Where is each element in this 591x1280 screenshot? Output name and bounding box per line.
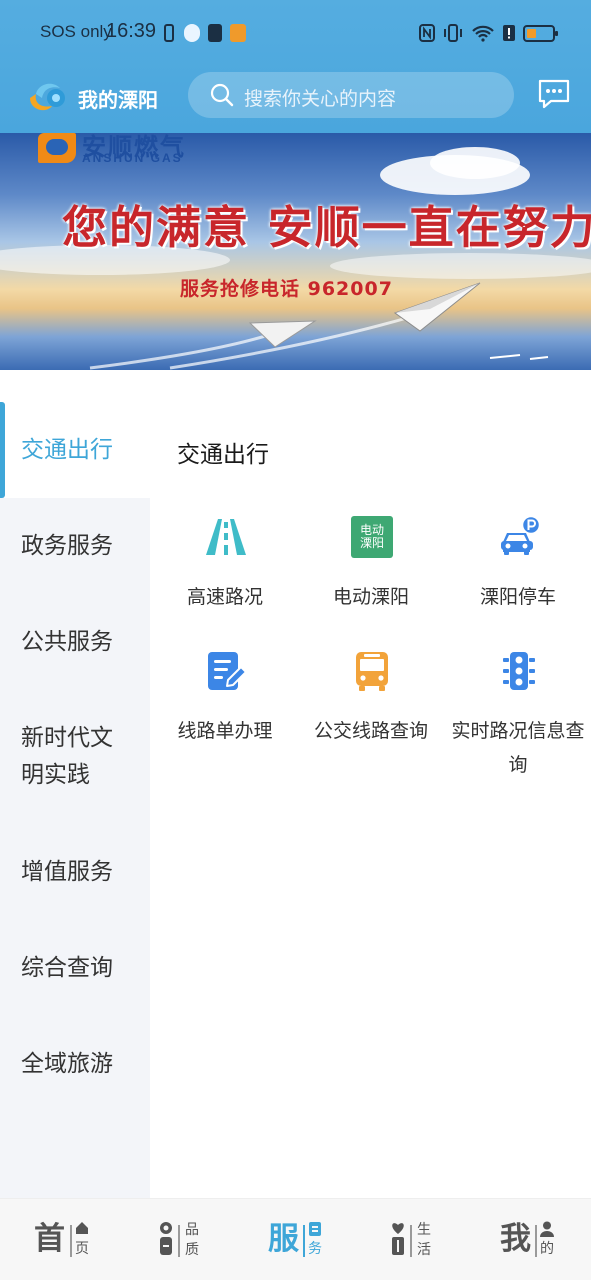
tab-service[interactable]: 服 务 (268, 1219, 328, 1263)
tab-divider (303, 1225, 305, 1257)
promo-banner[interactable]: 安顺燃气 ANSHUN GAS 您的满意 安顺一直在努力 服务抢修电话 9620… (0, 133, 591, 370)
sidebar-item-label: 政务服务 (21, 533, 113, 559)
sidebar-item-label: 全域旅游 (21, 1051, 113, 1077)
tab-home[interactable]: 首 页 (34, 1219, 94, 1263)
notification-chat-icon (184, 24, 200, 42)
service-highway[interactable]: 高速路况 (150, 516, 300, 646)
service-label: 高速路况 (186, 586, 263, 608)
tab-profile[interactable]: 我 的 (500, 1219, 560, 1263)
service-realtime-traffic[interactable]: 实时路况信息查询 (443, 650, 591, 780)
tab-divider (535, 1225, 537, 1257)
service-route-form[interactable]: 线路单办理 (150, 650, 300, 780)
search-bar[interactable]: 搜索你关心的内容 (188, 72, 514, 118)
wifi-icon (472, 25, 494, 42)
battery-icon (523, 24, 558, 42)
service-label: 公交线路查询 (313, 720, 428, 742)
service-label: 电动溧阳 (332, 586, 409, 608)
message-icon[interactable] (537, 78, 571, 110)
search-placeholder: 搜索你关心的内容 (244, 88, 397, 110)
parking-car-icon (501, 516, 540, 555)
sidebar-item-label: 交通出行 (21, 437, 113, 463)
electric-liyang-icon: 电动溧阳 (351, 516, 393, 558)
tab-small-text: 的 (540, 1241, 554, 1257)
service-bus-route[interactable]: 公交线路查询 (296, 650, 446, 780)
service-label: 实时路况信息查询 (451, 720, 585, 776)
tab-small-text: 品质 (185, 1222, 199, 1258)
service-label: 线路单办理 (177, 720, 273, 742)
tab-divider (178, 1225, 180, 1257)
sidebar-item-tourism[interactable]: 全域旅游 (0, 1014, 150, 1110)
nfc-icon (419, 24, 435, 42)
home-icon (76, 1222, 88, 1234)
tab-small-text: 页 (75, 1241, 89, 1257)
bus-icon (356, 652, 388, 691)
quality-icon (160, 1222, 172, 1255)
active-indicator (0, 402, 5, 498)
notification-sim-icon (164, 24, 174, 42)
tab-big-char: 首 (34, 1221, 65, 1257)
carrier-text: SOS only (40, 22, 112, 41)
header: SOS only 16:39 我的溧阳 搜索你关心的内容 (0, 0, 591, 133)
notification-app-icon (230, 24, 246, 42)
section-title: 交通出行 (177, 442, 269, 468)
tab-big-char: 服 (268, 1221, 299, 1257)
highway-icon (206, 519, 246, 555)
status-right (419, 22, 558, 44)
app-bar: 我的溧阳 搜索你关心的内容 (0, 64, 591, 133)
sidebar-item-label: 综合查询 (21, 955, 113, 981)
sidebar-item-query[interactable]: 综合查询 (0, 918, 150, 1014)
tab-divider (70, 1225, 72, 1257)
sidebar-item-civilization[interactable]: 新时代文明实践 (0, 690, 150, 822)
icon-caption: 电动溧阳 (359, 523, 384, 550)
app-screen: SOS only 16:39 我的溧阳 搜索你关心的内容 安顺燃气 ANSHUN… (0, 0, 591, 1280)
tab-quality[interactable]: 品质 (158, 1219, 208, 1263)
service-icon (309, 1222, 321, 1236)
search-icon (210, 83, 234, 107)
sidebar-item-label: 增值服务 (21, 859, 113, 885)
sidebar-item-government[interactable]: 政务服务 (0, 498, 150, 594)
service-label: 溧阳停车 (479, 586, 556, 608)
tab-small-text: 务 (308, 1241, 322, 1257)
category-sidebar: 交通出行 政务服务 公共服务 新时代文明实践 增值服务 综合查询 全域旅游 (0, 402, 150, 1198)
life-icon (392, 1223, 404, 1255)
profile-icon (540, 1221, 554, 1237)
service-parking[interactable]: 溧阳停车 (443, 516, 591, 646)
route-form-icon (208, 652, 247, 690)
service-electric-liyang[interactable]: 电动溧阳 电动溧阳 (296, 516, 446, 646)
traffic-light-icon (503, 652, 535, 690)
tab-big-char: 我 (500, 1221, 531, 1257)
alert-icon (503, 25, 515, 41)
tab-life[interactable]: 生活 (390, 1219, 440, 1263)
paper-plane-icon (89, 282, 549, 370)
app-title: 我的溧阳 (78, 88, 158, 112)
sidebar-item-public[interactable]: 公共服务 (0, 594, 150, 690)
notification-upload-icon (208, 24, 222, 42)
tab-small-text: 生活 (417, 1222, 431, 1258)
tab-divider (410, 1225, 412, 1257)
app-logo-icon (30, 83, 65, 111)
sidebar-item-label: 公共服务 (21, 629, 113, 655)
bottom-tab-bar: 首 页 品质 服 务 生活 我 的 (0, 1198, 591, 1280)
clock: 16:39 (106, 20, 157, 42)
sidebar-item-label: 新时代文明实践 (21, 725, 113, 788)
status-bar: SOS only 16:39 (0, 0, 591, 64)
sidebar-item-value-added[interactable]: 增值服务 (0, 822, 150, 918)
vibrate-icon (444, 24, 462, 42)
sidebar-item-traffic[interactable]: 交通出行 (0, 402, 150, 498)
